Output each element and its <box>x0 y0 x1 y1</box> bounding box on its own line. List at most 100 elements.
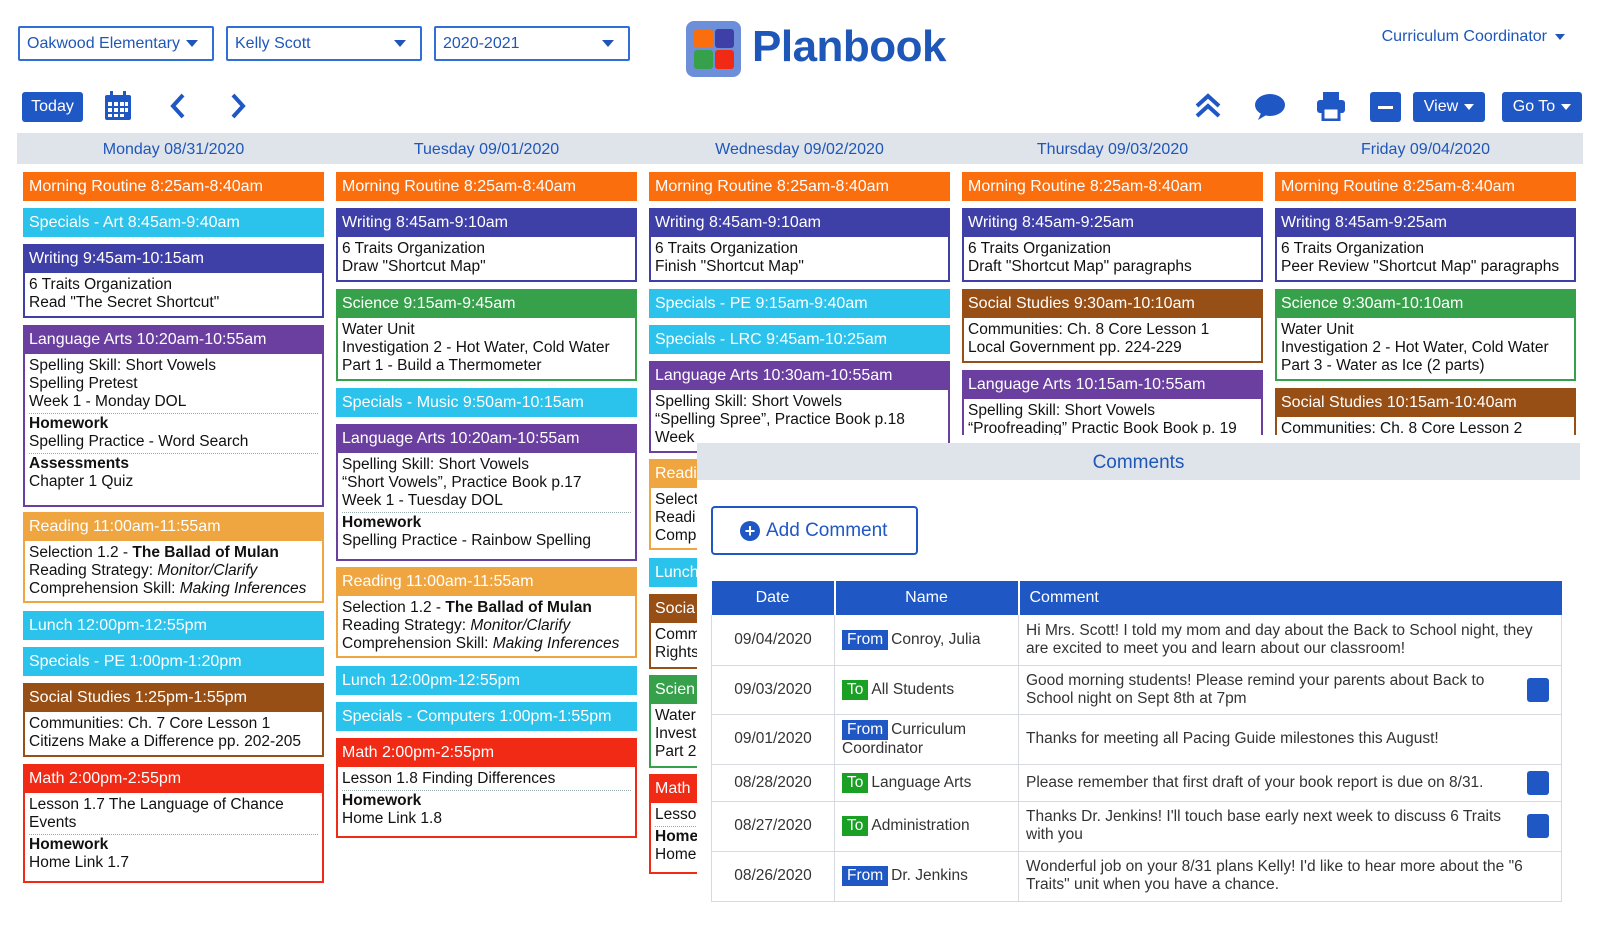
lesson-card[interactable]: Writing 8:45am-9:10am 6 Traits Organizat… <box>336 208 637 282</box>
lesson-card[interactable]: Lunch 12:00pm-12:55pm <box>336 666 637 695</box>
trash-icon[interactable] <box>1527 814 1549 838</box>
comment-name: Language Arts <box>871 773 972 791</box>
table-row[interactable]: 08/26/2020 From Dr. Jenkins Wonderful job… <box>711 851 1562 902</box>
lesson-card[interactable]: Social Studies 10:15am-10:40am Communiti… <box>1275 388 1576 435</box>
lesson-card[interactable]: Lunch 12:00pm-12:55pm <box>23 611 324 640</box>
lesson-card[interactable]: Reading 11:00am-11:55am Selection 1.2 - … <box>336 567 637 658</box>
comment-cell: Thanks Dr. Jenkins! I'll touch base earl… <box>1018 801 1562 852</box>
comment-date: 08/27/2020 <box>711 801 835 852</box>
lesson-text: Comprehension Skill: <box>342 635 493 652</box>
view-menu-button[interactable]: View <box>1413 92 1485 122</box>
goto-menu-button[interactable]: Go To <box>1502 92 1582 122</box>
lesson-card[interactable]: Morning Routine 8:25am-8:40am <box>23 172 324 201</box>
trash-icon[interactable] <box>1527 677 1549 702</box>
table-row[interactable]: 08/28/2020 To Language Arts Please rememb… <box>711 764 1562 802</box>
lesson-line: Lesson 1.8 Finding Differences <box>342 770 556 787</box>
lesson-line: Spelling Practice - Word Search <box>29 433 249 450</box>
lesson-title: Morning Routine 8:25am-8:40am <box>23 172 324 201</box>
comments-title: Comments <box>1092 452 1185 473</box>
lesson-card[interactable]: Social Studies 9:30am-10:10am Communitie… <box>962 289 1263 363</box>
lesson-body: Spelling Skill: Short Vowels “Proofreadi… <box>962 399 1263 435</box>
lesson-title: Specials - Music 9:50am-10:15am <box>336 388 637 417</box>
lesson-card[interactable]: Specials - Art 8:45am-9:40am <box>23 208 324 237</box>
table-row[interactable]: 09/03/2020 To All Students Good morning s… <box>711 665 1562 715</box>
lesson-card[interactable]: Math 2:00pm-2:55pm Lesson 1.7 The Langua… <box>23 764 324 883</box>
lesson-line: Selection 1.2 - The Ballad of Mulan <box>29 544 318 562</box>
school-select[interactable]: Oakwood Elementary <box>18 26 214 61</box>
table-row[interactable]: 09/04/2020 From Conroy, Julia Hi Mrs. Sco… <box>711 615 1562 666</box>
lesson-card[interactable]: Math 2:00pm-2:55pm Lesson 1.8 Finding Di… <box>336 738 637 838</box>
lesson-card[interactable]: Writing 8:45am-9:25am 6 Traits Organizat… <box>1275 208 1576 282</box>
lesson-line: Draft "Shortcut Map" paragraphs <box>968 258 1192 275</box>
today-button[interactable]: Today <box>22 92 83 122</box>
homework-heading: Homework <box>29 413 318 433</box>
comment-name: Conroy, Julia <box>891 630 981 648</box>
comment-icon[interactable] <box>1254 93 1286 121</box>
chevron-down-icon <box>602 40 614 47</box>
year-select[interactable]: 2020-2021 <box>434 26 630 61</box>
lesson-card[interactable]: Language Arts 10:30am-10:55am Spelling S… <box>649 361 950 453</box>
comment-date: 09/01/2020 <box>711 714 835 765</box>
lesson-body: Selection 1.2 - The Ballad of Mulan Read… <box>336 596 637 658</box>
lesson-card[interactable]: Morning Routine 8:25am-8:40am <box>962 172 1263 201</box>
trash-icon[interactable] <box>1527 770 1549 795</box>
lesson-line: Investigation 2 - Hot Water, Cold Water <box>1281 339 1549 356</box>
collapse-button[interactable] <box>1370 92 1401 122</box>
table-row[interactable]: 09/01/2020 From Curriculum Coordinator Th… <box>711 714 1562 765</box>
lesson-card[interactable]: Morning Routine 8:25am-8:40am <box>649 172 950 201</box>
chevron-right-icon[interactable] <box>228 92 248 120</box>
direction-badge: To <box>842 679 869 700</box>
direction-badge: To <box>842 772 869 793</box>
chevron-down-icon <box>186 40 198 47</box>
lesson-card[interactable]: Specials - Computers 1:00pm-1:55pm <box>336 702 637 731</box>
lesson-line: Peer Review "Shortcut Map" paragraphs <box>1281 258 1560 275</box>
comment-name-cell: From Dr. Jenkins <box>834 851 1019 902</box>
lesson-title: Specials - PE 1:00pm-1:20pm <box>23 647 324 676</box>
lesson-card[interactable]: Specials - Music 9:50am-10:15am <box>336 388 637 417</box>
lesson-card[interactable]: Writing 9:45am-10:15am 6 Traits Organiza… <box>23 244 324 318</box>
collapse-up-icon[interactable] <box>1194 92 1222 120</box>
lesson-title: Specials - LRC 9:45am-10:25am <box>649 325 950 354</box>
chevron-left-icon[interactable] <box>168 92 188 120</box>
print-icon[interactable] <box>1316 91 1346 121</box>
lesson-card[interactable]: Language Arts 10:20am-10:55am Spelling S… <box>336 424 637 561</box>
lesson-card[interactable]: Writing 8:45am-9:25am 6 Traits Organizat… <box>962 208 1263 282</box>
lesson-card[interactable]: Language Arts 10:20am-10:55am Spelling S… <box>23 325 324 507</box>
lesson-card[interactable]: Science 9:30am-10:10am Water Unit Invest… <box>1275 289 1576 381</box>
lesson-card[interactable]: Language Arts 10:15am-10:55am Spelling S… <box>962 370 1263 435</box>
lesson-line: 6 Traits Organization <box>1281 240 1425 257</box>
lesson-line: Lesson 1.7 The Language of Chance <box>29 796 284 813</box>
lesson-card[interactable]: Writing 8:45am-9:10am 6 Traits Organizat… <box>649 208 950 282</box>
lesson-card[interactable]: Science 9:15am-9:45am Water Unit Investi… <box>336 289 637 381</box>
add-comment-label: Add Comment <box>766 519 888 541</box>
teacher-select[interactable]: Kelly Scott <box>226 26 422 61</box>
table-row[interactable]: 08/27/2020 To Administration Thanks Dr. J… <box>711 801 1562 852</box>
lesson-body: Selection 1.2 - The Ballad of Mulan Read… <box>23 541 324 603</box>
lesson-line: Comprehension Skill: Making Inferences <box>342 635 631 653</box>
lesson-card[interactable]: Specials - LRC 9:45am-10:25am <box>649 325 950 354</box>
comment-name: Dr. Jenkins <box>891 867 968 884</box>
lesson-card[interactable]: Specials - PE 9:15am-9:40am <box>649 289 950 318</box>
lesson-line: “Proofreading” Practic Book Book p. 19 <box>968 420 1237 435</box>
lesson-card[interactable]: Reading 11:00am-11:55am Selection 1.2 - … <box>23 512 324 603</box>
lesson-line: Week 1 - Tuesday DOL <box>342 492 503 509</box>
column-header-name[interactable]: Name <box>834 581 1020 615</box>
add-comment-button[interactable]: + Add Comment <box>711 506 918 555</box>
calendar-icon[interactable] <box>104 91 132 121</box>
role-menu[interactable]: Curriculum Coordinator <box>1382 28 1565 46</box>
day-header-bar: Monday 08/31/2020 Tuesday 09/01/2020 Wed… <box>17 133 1583 164</box>
lesson-line: Spelling Skill: Short Vowels <box>342 456 529 473</box>
lesson-card[interactable]: Social Studies 1:25pm-1:55pm Communities… <box>23 683 324 757</box>
lesson-text: The Ballad of Mulan <box>132 544 279 561</box>
direction-badge: To <box>842 816 869 836</box>
column-header-comment[interactable]: Comment <box>1018 581 1562 615</box>
lesson-card[interactable]: Specials - PE 1:00pm-1:20pm <box>23 647 324 676</box>
lesson-card[interactable]: Morning Routine 8:25am-8:40am <box>1275 172 1576 201</box>
lesson-card[interactable]: Morning Routine 8:25am-8:40am <box>336 172 637 201</box>
day-header-friday: Friday 09/04/2020 <box>1361 141 1490 158</box>
comment-cell: Good morning students! Please remind you… <box>1018 665 1562 715</box>
column-header-date[interactable]: Date <box>711 581 836 615</box>
lesson-line: Draw "Shortcut Map" <box>342 258 486 275</box>
comment-name-cell: From Conroy, Julia <box>834 615 1019 666</box>
direction-badge: From <box>842 866 889 886</box>
